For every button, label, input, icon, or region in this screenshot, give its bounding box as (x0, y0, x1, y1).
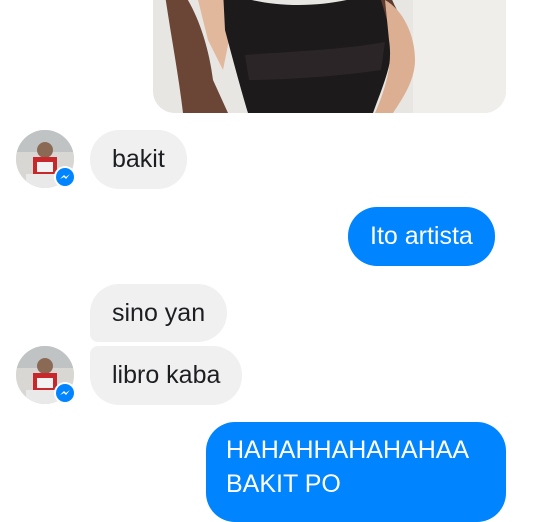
messenger-icon (54, 382, 76, 404)
message-text: Ito artista (370, 222, 473, 250)
contact-avatar[interactable] (16, 130, 76, 188)
received-message-bubble[interactable]: libro kaba (90, 346, 243, 405)
message-text-line: BAKIT PO (226, 470, 341, 498)
sent-photo-attachment[interactable] (153, 0, 506, 113)
message-text-line: HAHAHHAHAHAHAA (226, 436, 470, 464)
photo-image (153, 0, 506, 113)
received-message-bubble[interactable]: bakit (90, 130, 187, 189)
contact-avatar[interactable] (16, 346, 76, 404)
sent-message-bubble[interactable]: Ito artista (348, 207, 495, 266)
messenger-icon (54, 166, 76, 188)
message-text: sino yan (112, 299, 206, 327)
message-text: bakit (112, 145, 165, 173)
sent-message-bubble[interactable]: HAHAHHAHAHAHAA BAKIT PO (206, 422, 506, 522)
message-text: libro kaba (112, 361, 221, 389)
received-message-bubble[interactable]: sino yan (90, 284, 228, 342)
